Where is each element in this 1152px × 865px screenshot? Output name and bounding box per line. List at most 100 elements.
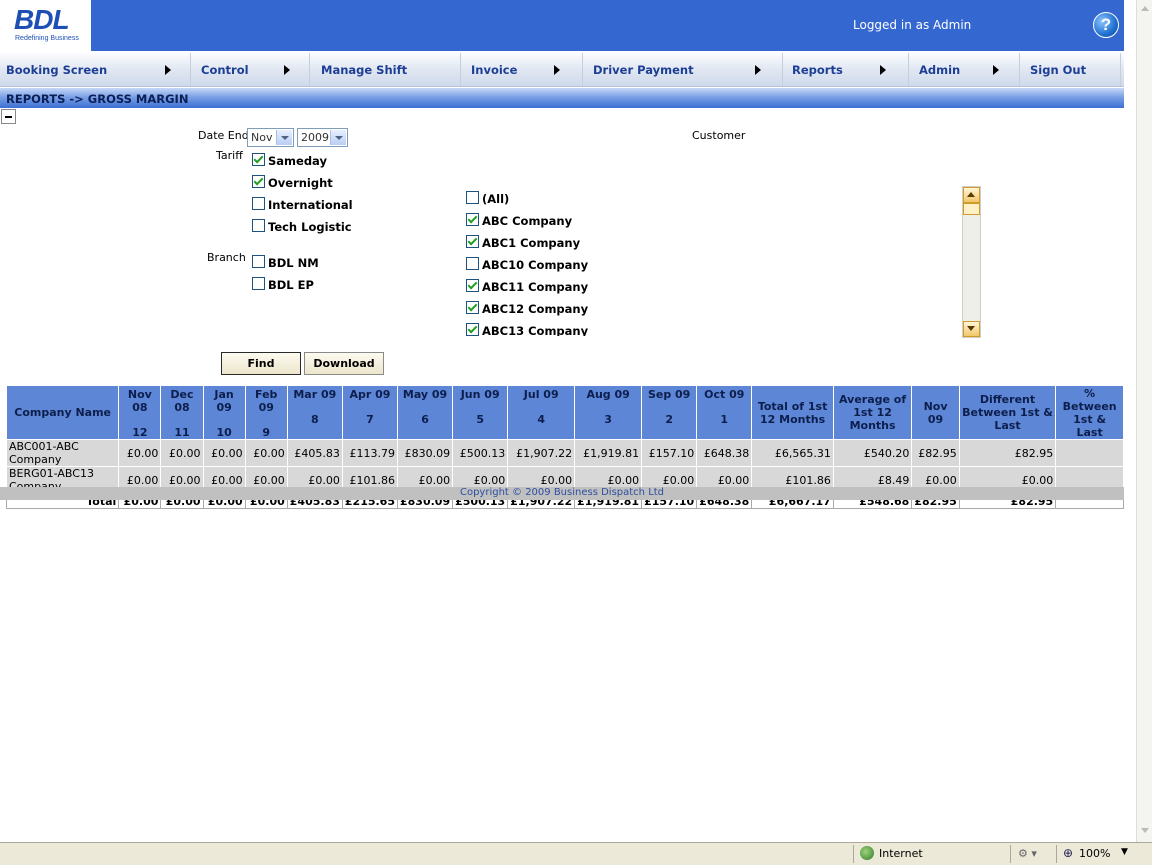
menu-sign-out[interactable]: Sign Out [1020,53,1121,86]
value-cell: £1,919.81 [574,439,643,467]
zoom-level[interactable]: 100% [1079,847,1110,860]
month-name: Jul 09 [523,388,559,401]
value-cell: £540.20 [832,439,913,467]
value-cell: £500.13 [452,439,509,467]
month-name: Jan 09 [214,388,234,414]
column-header: Company Name [5,385,120,440]
scroll-up-icon[interactable] [963,187,980,203]
submenu-arrow-icon [284,65,290,75]
logo-tagline: Redefining Business [15,35,79,42]
checkbox-abc-company[interactable] [466,213,479,226]
checkbox-abc13-company[interactable] [466,323,479,336]
value-cell: £82.95 [958,439,1057,467]
checkbox-tech-logistic[interactable] [252,219,265,232]
menu-label: Control [201,63,249,77]
find-button[interactable]: Find [221,352,301,375]
checkbox-label: BDL EP [268,278,314,292]
menu-label: Invoice [471,63,518,77]
value-cell: £0.00 [118,439,162,467]
menu-label: Booking Screen [6,63,108,77]
checkbox-overnight[interactable] [252,175,265,188]
menu-booking-screen[interactable]: Booking Screen [0,53,191,86]
checkbox-label: ABC1 Company [482,236,581,250]
month-number: 8 [311,413,319,426]
logged-in-status: Logged in as Admin [853,18,972,32]
download-button[interactable]: Download [304,352,384,375]
browser-status-bar: Internet ⚙ ▾ ⊕ 100% ▼ [0,842,1152,865]
checkbox-abc10-company[interactable] [466,257,479,270]
month-header: Apr 09 7 [341,385,399,440]
checkbox-label: BDL NM [268,256,319,270]
value-cell [1055,439,1124,467]
menu-label: Driver Payment [593,63,694,77]
month-number: 11 [174,426,190,439]
month-number: 6 [421,413,429,426]
help-icon[interactable]: ? [1093,12,1119,38]
year-value: 2009 [301,131,329,144]
checkbox-bdl-nm[interactable] [252,255,265,268]
chevron-down-icon[interactable] [276,130,292,145]
month-header: Dec 08 11 [160,385,204,440]
checkbox-label: ABC12 Company [482,302,589,316]
protected-mode-icon[interactable]: ⚙ ▾ [1018,847,1037,860]
month-name: Jun 09 [460,388,500,401]
submenu-arrow-icon [755,65,761,75]
checkbox-label: Sameday [268,154,327,168]
month-header: Jun 09 5 [452,385,509,440]
menu-manage-shift[interactable]: Manage Shift [310,53,461,86]
column-header: Average of 1st 12 Months [832,385,913,440]
month-header: Jul 09 4 [507,385,576,440]
month-name: Sep 09 [647,388,691,401]
menu-reports[interactable]: Reports [783,53,909,86]
header-bar: BDL Redefining Business Logged in as Adm… [0,0,1124,51]
menu-admin[interactable]: Admin [909,53,1020,86]
menu-control[interactable]: Control [191,53,310,86]
main-menu: Booking Screen Control Manage Shift Invo… [0,53,1124,87]
chevron-down-icon[interactable]: ▼ [1121,847,1128,857]
month-number: 3 [604,413,612,426]
menu-label: Admin [919,63,961,77]
month-header: Jan 09 10 [202,385,246,440]
checkbox-abc1-company[interactable] [466,235,479,248]
month-name: Apr 09 [349,388,391,401]
checkbox-international[interactable] [252,197,265,210]
value-cell: £1,907.22 [507,439,576,467]
scroll-thumb[interactable] [963,203,980,215]
zoom-icon[interactable]: ⊕ [1063,846,1073,860]
month-number: 12 [132,426,148,439]
checkbox-label: International [268,198,353,212]
year-select[interactable]: 2009 [297,128,348,147]
value-cell: £0.00 [160,439,204,467]
submenu-arrow-icon [165,65,171,75]
page-scrollbar[interactable] [1136,0,1152,842]
month-number: 2 [665,413,673,426]
divider [853,845,854,863]
checkbox-all[interactable] [466,191,479,204]
month-header: Sep 09 2 [641,385,698,440]
menu-label: Reports [792,63,843,77]
globe-icon [860,846,874,860]
month-select[interactable]: Nov [247,128,294,147]
checkbox-abc12-company[interactable] [466,301,479,314]
checkbox-abc11-company[interactable] [466,279,479,292]
month-name: Nov 08 [127,388,152,414]
month-number: 10 [216,426,232,439]
scroll-down-icon[interactable] [1141,828,1149,833]
checkbox-label: ABC Company [482,214,573,228]
menu-label: Sign Out [1030,63,1087,77]
checkbox-label: ABC13 Company [482,324,589,336]
checkbox-sameday[interactable] [252,153,265,166]
collapse-icon[interactable] [1,109,16,124]
value-cell: £157.10 [641,439,698,467]
scroll-up-icon[interactable] [1141,6,1149,11]
chevron-down-icon[interactable] [330,130,346,145]
value-cell: £6,565.31 [751,439,834,467]
month-number: 7 [366,413,374,426]
customer-list-scrollbar[interactable] [962,186,981,338]
column-header: Nov 09 [911,385,960,440]
menu-invoice[interactable]: Invoice [461,53,583,86]
checkbox-bdl-ep[interactable] [252,277,265,290]
logo: BDL Redefining Business [0,0,91,51]
scroll-down-icon[interactable] [963,321,980,337]
menu-driver-payment[interactable]: Driver Payment [583,53,783,86]
